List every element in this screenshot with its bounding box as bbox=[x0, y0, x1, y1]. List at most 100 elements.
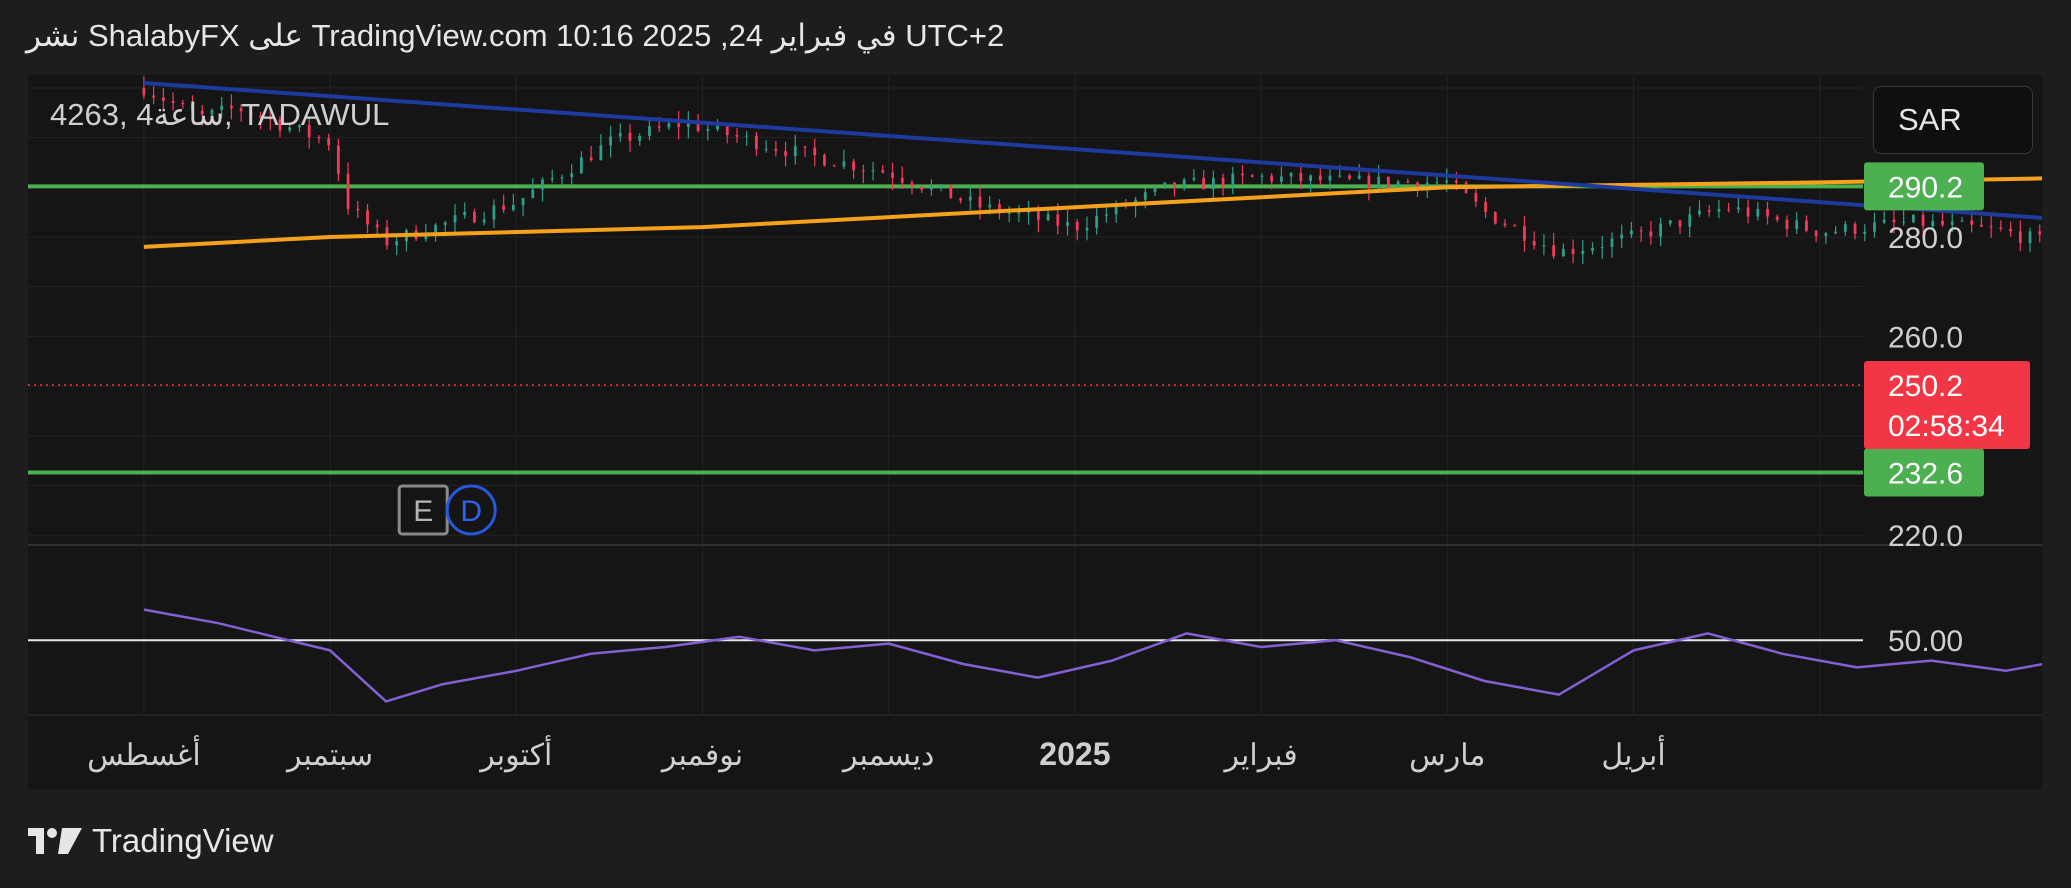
candle-body bbox=[395, 241, 399, 246]
candle-body bbox=[1357, 175, 1361, 179]
candle-body bbox=[852, 161, 856, 171]
candle-body bbox=[1980, 224, 1983, 227]
candle-body bbox=[453, 215, 457, 223]
candle-body bbox=[1309, 175, 1312, 181]
candle-body bbox=[492, 205, 496, 220]
candle-body bbox=[968, 196, 972, 201]
candle-body bbox=[949, 184, 953, 199]
candle-body bbox=[1211, 177, 1215, 190]
candle-body bbox=[1396, 181, 1400, 187]
rsi-tick-label: 50.00 bbox=[1888, 625, 1963, 658]
candle-body bbox=[1280, 176, 1283, 182]
candle-body bbox=[1824, 233, 1828, 237]
candle-body bbox=[1299, 172, 1303, 181]
candle-body bbox=[1600, 246, 1604, 248]
time-tick-label: 2025 bbox=[1039, 736, 1110, 772]
tradingview-brand[interactable]: TradingView bbox=[28, 822, 274, 860]
candle-body bbox=[2038, 231, 2042, 235]
candle-body bbox=[1328, 175, 1332, 181]
candle-body bbox=[560, 177, 564, 179]
dividend-label: D bbox=[460, 495, 482, 528]
price-chart[interactable]: EDEDED 300.0280.0260.0220.050.00290.2232… bbox=[28, 75, 2042, 790]
candle-body bbox=[1970, 220, 1974, 225]
candle-body bbox=[1785, 219, 1789, 229]
candle-body bbox=[1036, 211, 1040, 221]
candle-body bbox=[570, 173, 574, 178]
candle-body bbox=[1552, 245, 1556, 257]
candle-body bbox=[502, 205, 506, 210]
price-axis: 300.0280.0260.0220.050.00290.2232.6250.2… bbox=[1864, 123, 2030, 658]
candle-body bbox=[1911, 214, 1915, 222]
candle-body bbox=[1668, 220, 1672, 224]
earnings-label: E bbox=[413, 495, 433, 528]
candle-body bbox=[1367, 175, 1371, 189]
candle-body bbox=[1455, 180, 1458, 183]
currency-button[interactable]: SAR bbox=[1873, 86, 2033, 154]
candle-body bbox=[764, 149, 768, 151]
candle-body bbox=[618, 132, 622, 137]
candle-body bbox=[891, 172, 894, 178]
candle-body bbox=[1795, 220, 1799, 229]
rsi-line bbox=[143, 608, 2042, 703]
candle-body bbox=[599, 145, 603, 161]
chart-area[interactable]: EDEDED 300.0280.0260.0220.050.00290.2232… bbox=[28, 75, 2042, 790]
candle-body bbox=[1630, 230, 1633, 235]
candle-body bbox=[1445, 180, 1449, 183]
candle-body bbox=[910, 182, 914, 187]
candle-body bbox=[589, 157, 593, 161]
candle-body bbox=[1105, 214, 1108, 216]
candle-body bbox=[473, 211, 476, 223]
candle-body bbox=[521, 198, 525, 206]
candle-body bbox=[735, 135, 739, 137]
candle-body bbox=[1571, 248, 1575, 254]
candle-body bbox=[531, 189, 535, 199]
candle-body bbox=[1338, 175, 1342, 177]
candle-body bbox=[1017, 212, 1021, 214]
candle-body bbox=[978, 196, 982, 208]
candle-body bbox=[774, 149, 778, 152]
candle-body bbox=[823, 155, 826, 166]
time-tick-label: مارس bbox=[1409, 739, 1485, 773]
candle-body bbox=[327, 138, 331, 146]
candle-body bbox=[1182, 179, 1186, 189]
candle-body bbox=[317, 137, 321, 139]
candle-body bbox=[1649, 231, 1653, 237]
candle-body bbox=[959, 198, 962, 201]
candle-body bbox=[988, 204, 992, 208]
candle-body bbox=[1241, 173, 1244, 176]
candle-body bbox=[1318, 175, 1322, 181]
candle-body bbox=[1591, 247, 1594, 251]
tradingview-logo-icon bbox=[28, 828, 82, 854]
candle-body bbox=[1221, 177, 1225, 187]
candle-body bbox=[1192, 177, 1196, 180]
candle-body bbox=[638, 136, 642, 141]
candle-body bbox=[1532, 240, 1536, 246]
candle-body bbox=[443, 222, 447, 225]
candle-body bbox=[1610, 238, 1614, 247]
level-price-label: 290.2 bbox=[1888, 171, 1963, 204]
time-tick-label: ديسمبر bbox=[841, 739, 934, 773]
countdown-label: 02:58:34 bbox=[1888, 410, 2005, 443]
candle-body bbox=[356, 208, 360, 211]
candle-body bbox=[745, 135, 749, 137]
candle-body bbox=[142, 87, 146, 96]
candle-body bbox=[424, 236, 428, 240]
horizontal-levels bbox=[28, 184, 1863, 475]
candle-body bbox=[930, 186, 933, 190]
candle-body bbox=[2009, 228, 2012, 232]
candle-body bbox=[1698, 210, 1701, 215]
price-tick-label: 260.0 bbox=[1888, 321, 1963, 354]
time-tick-label: فبراير bbox=[1223, 739, 1298, 773]
candle-body bbox=[871, 170, 875, 172]
candle-body bbox=[648, 126, 651, 137]
candle-body bbox=[1775, 216, 1779, 220]
candle-body bbox=[842, 161, 846, 167]
candle-body bbox=[755, 135, 758, 150]
candle-body bbox=[1085, 227, 1089, 231]
candle-body bbox=[657, 126, 661, 128]
candle-body bbox=[1843, 224, 1847, 232]
time-tick-label: نوفمبر bbox=[660, 739, 743, 773]
candle-body bbox=[1153, 187, 1157, 193]
candle-body bbox=[1882, 219, 1886, 223]
candle-body bbox=[793, 146, 797, 157]
